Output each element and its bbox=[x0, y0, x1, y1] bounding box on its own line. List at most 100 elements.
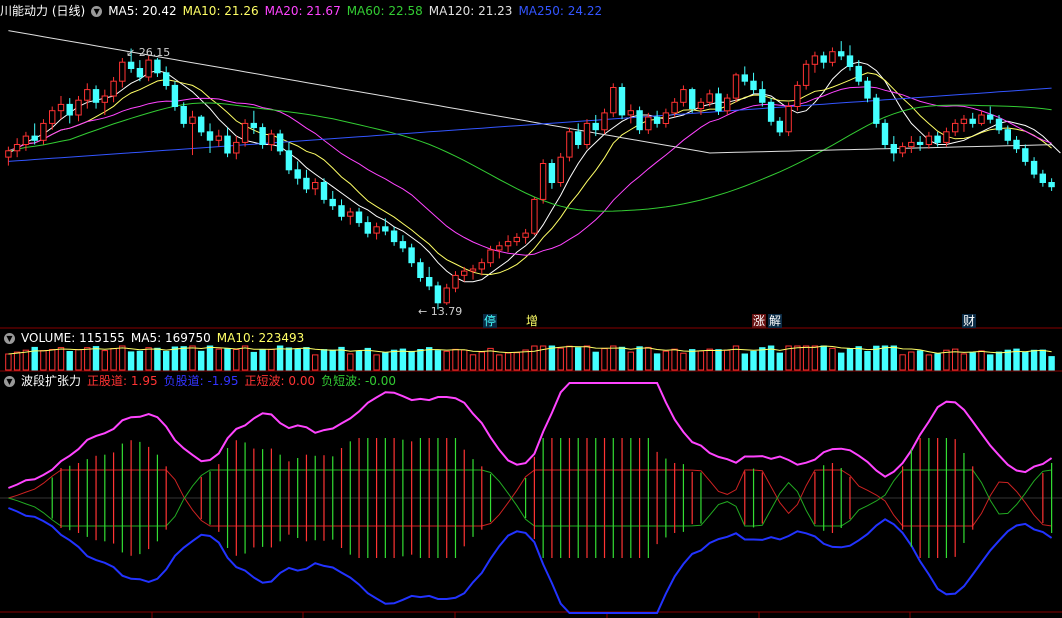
candle-body bbox=[434, 285, 442, 304]
volume-settings-icon[interactable]: ▼ bbox=[4, 333, 15, 344]
ma60-line bbox=[8, 102, 1052, 212]
event-marker-rise[interactable]: 涨 bbox=[752, 314, 767, 328]
volume-bar bbox=[1048, 356, 1055, 371]
candle-body bbox=[1039, 173, 1046, 184]
stock-chart-window: 川能动力 (日线) ▼ MA5: 20.42 MA10: 21.26 MA20: 21.… bbox=[0, 0, 1062, 618]
candle-body bbox=[66, 103, 73, 116]
candle-body bbox=[75, 99, 82, 116]
volume-bar bbox=[224, 348, 231, 371]
volume-bar bbox=[206, 345, 214, 371]
volume-bar bbox=[715, 349, 722, 371]
candle-body bbox=[163, 72, 170, 87]
volume-bar bbox=[671, 348, 678, 371]
osc-positive-wave-label: 正短波: 0.00 bbox=[244, 374, 316, 388]
candle-body bbox=[802, 63, 810, 86]
volume-bar bbox=[1004, 349, 1011, 371]
volume-bar bbox=[66, 351, 73, 371]
volume-bar bbox=[575, 347, 582, 371]
volume-bar bbox=[662, 350, 670, 371]
candle-body bbox=[136, 68, 144, 78]
volume-bar bbox=[820, 345, 827, 371]
volume-bar bbox=[1039, 349, 1046, 371]
event-marker-halt[interactable]: 停 bbox=[483, 314, 498, 328]
candle-body bbox=[320, 182, 328, 200]
volume-bar bbox=[601, 348, 608, 371]
volume-bar bbox=[75, 349, 82, 371]
chart-canvas[interactable] bbox=[0, 0, 1062, 618]
candle-body bbox=[49, 110, 56, 124]
volume-bar bbox=[925, 354, 933, 371]
volume-bar bbox=[504, 352, 512, 371]
volume-bar bbox=[610, 345, 617, 371]
volume-bar bbox=[119, 345, 126, 371]
ma20-label: MA20: 21.67 bbox=[264, 4, 341, 18]
ma10-label: MA10: 21.26 bbox=[182, 4, 259, 18]
candle-body bbox=[373, 226, 380, 234]
candle-body bbox=[312, 182, 319, 190]
candle-body bbox=[224, 135, 231, 154]
volume-bar bbox=[566, 345, 573, 371]
candle-body bbox=[750, 80, 757, 91]
volume-bar bbox=[303, 347, 310, 371]
volume-bar bbox=[259, 349, 266, 371]
volume-bar bbox=[689, 349, 696, 371]
volume-bar bbox=[969, 352, 976, 371]
volume-ma5-label: MA5: 169750 bbox=[130, 331, 211, 345]
candle-body bbox=[575, 131, 582, 146]
volume-bar bbox=[180, 346, 187, 371]
volume-bar bbox=[1030, 349, 1038, 371]
osc-settings-icon[interactable]: ▼ bbox=[4, 376, 15, 387]
volume-bar bbox=[198, 350, 205, 371]
volume-bar bbox=[592, 351, 599, 371]
volume-bar bbox=[557, 347, 564, 371]
volume-bar bbox=[1013, 348, 1020, 371]
candle-body bbox=[645, 116, 652, 131]
volume-bar bbox=[1022, 351, 1029, 371]
candle-body bbox=[548, 163, 556, 183]
volume-bar bbox=[583, 345, 591, 371]
volume-bar bbox=[399, 348, 407, 371]
volume-bar bbox=[636, 346, 643, 371]
settings-dropdown-icon[interactable]: ▼ bbox=[91, 6, 103, 17]
volume-bar bbox=[171, 346, 179, 371]
event-marker-finance[interactable]: 财 bbox=[962, 314, 977, 328]
candle-body bbox=[478, 262, 486, 270]
volume-bar bbox=[978, 350, 985, 371]
candle-body bbox=[724, 97, 731, 112]
volume-bar bbox=[154, 347, 161, 371]
candle-body bbox=[206, 131, 214, 141]
event-marker-unlock[interactable]: 解 bbox=[768, 314, 783, 328]
volume-bar bbox=[145, 347, 152, 371]
candle-body bbox=[285, 150, 293, 171]
candle-body bbox=[1030, 160, 1038, 175]
volume-bar bbox=[364, 347, 372, 371]
volume-bar bbox=[101, 350, 108, 371]
candle-body bbox=[487, 249, 494, 264]
candle-body bbox=[881, 122, 889, 146]
high-price-value: 26.15 bbox=[138, 46, 171, 59]
event-marker-increase[interactable]: 增 bbox=[525, 314, 539, 328]
volume-bar bbox=[268, 348, 275, 371]
volume-bar bbox=[496, 354, 503, 371]
volume-bar bbox=[443, 350, 450, 371]
volume-bar bbox=[92, 346, 100, 371]
candle-body bbox=[829, 51, 836, 63]
candle-body bbox=[452, 274, 459, 289]
candle-body bbox=[101, 95, 108, 103]
volume-bar bbox=[653, 353, 661, 371]
candle-body bbox=[908, 141, 915, 148]
candle-body bbox=[680, 89, 687, 103]
candle-body bbox=[57, 103, 65, 112]
candle-body bbox=[846, 55, 854, 68]
candle-body bbox=[689, 89, 696, 110]
candle-body bbox=[934, 135, 941, 143]
candle-body bbox=[916, 141, 924, 145]
volume-bar bbox=[40, 350, 47, 371]
volume-bar bbox=[434, 350, 442, 371]
candle-body bbox=[390, 230, 398, 243]
volume-bar bbox=[750, 350, 757, 371]
candle-body bbox=[469, 268, 477, 272]
candle-body bbox=[943, 131, 950, 143]
volume-bar bbox=[864, 351, 871, 371]
candle-body bbox=[250, 122, 258, 129]
